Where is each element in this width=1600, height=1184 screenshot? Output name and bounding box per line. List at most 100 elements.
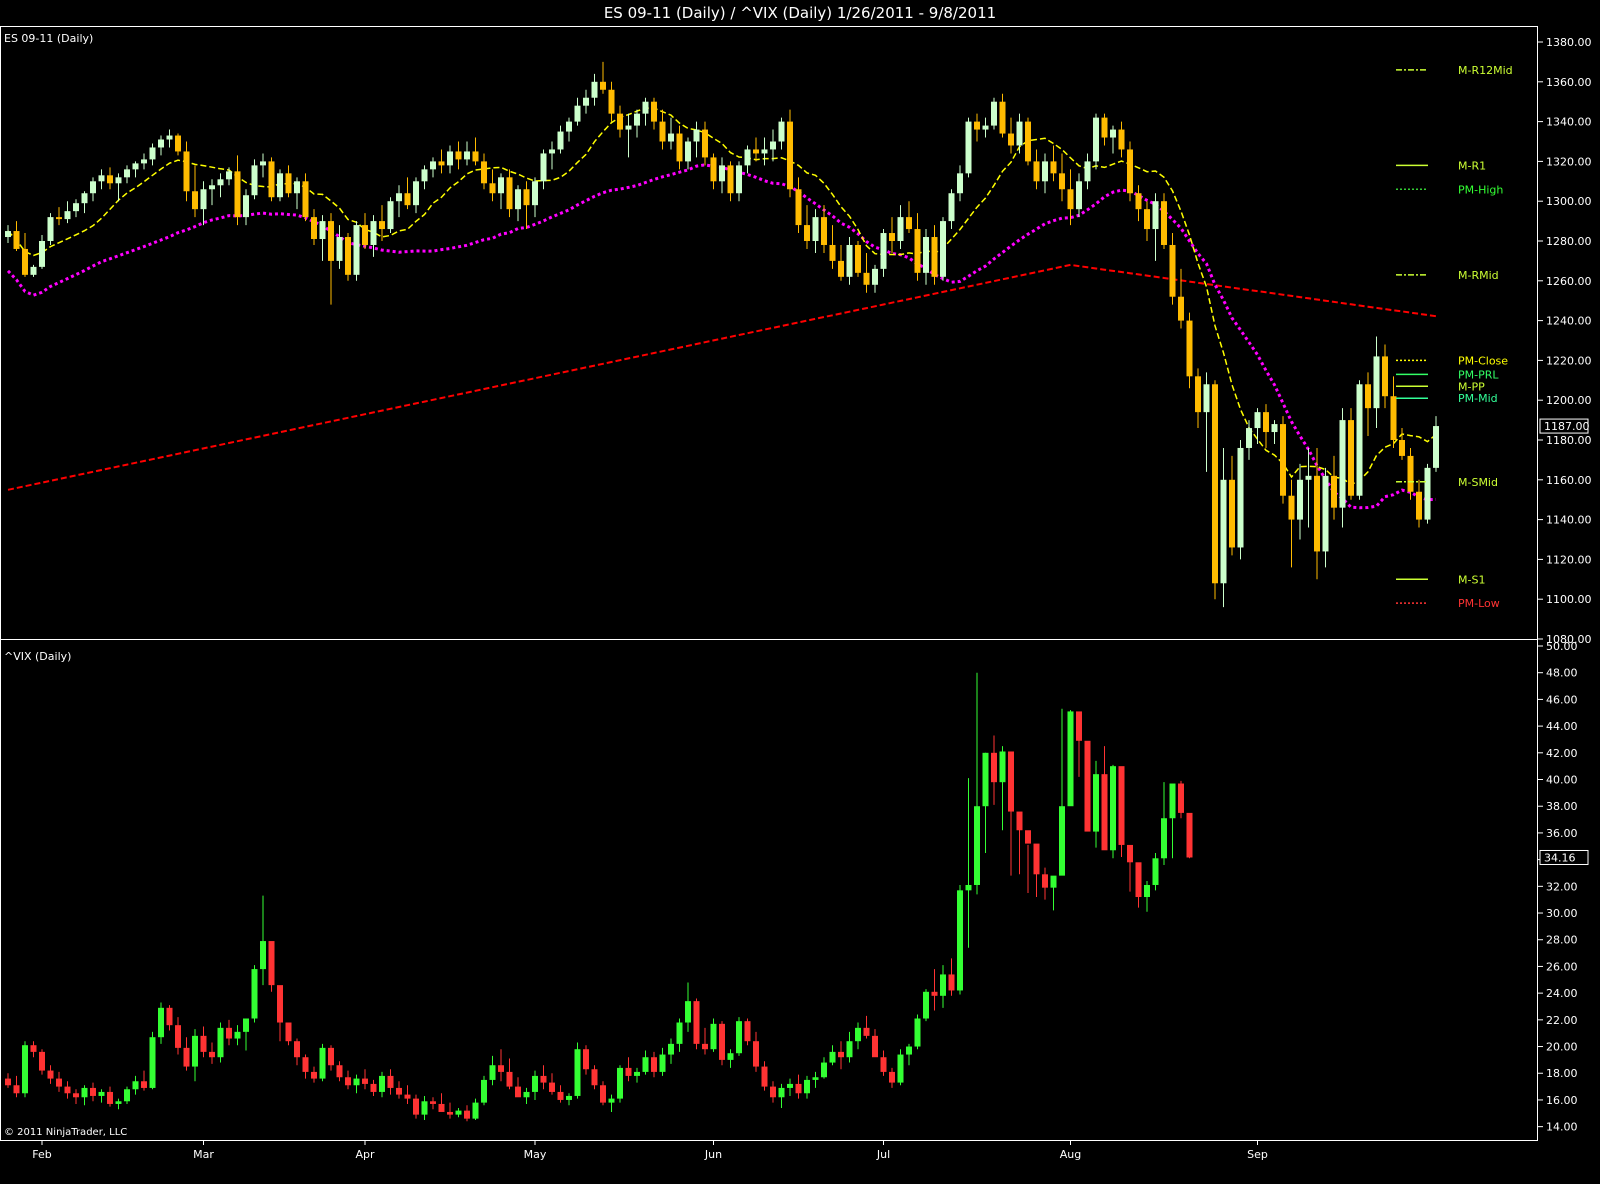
es-candle-body[interactable] — [923, 237, 929, 273]
vix-candle-body[interactable] — [566, 1095, 572, 1100]
vix-candle-body[interactable] — [404, 1094, 411, 1099]
es-candle-body[interactable] — [549, 149, 555, 154]
es-candle-body[interactable] — [268, 161, 275, 198]
vix-candle-body[interactable] — [761, 1066, 768, 1087]
es-candle-body[interactable] — [47, 217, 54, 241]
es-candle-body[interactable] — [404, 193, 411, 206]
vix-candle-body[interactable] — [13, 1085, 20, 1094]
vix-candle-body[interactable] — [736, 1021, 742, 1054]
vix-candle-body[interactable] — [540, 1075, 547, 1083]
es-candle-body[interactable] — [1025, 121, 1031, 162]
vix-candle-body[interactable] — [1016, 811, 1023, 831]
vix-candle-body[interactable] — [98, 1091, 105, 1096]
es-candle-body[interactable] — [991, 101, 997, 126]
es-candle-body[interactable] — [914, 229, 921, 273]
vix-candle-body[interactable] — [668, 1043, 674, 1055]
es-candle-body[interactable] — [1348, 420, 1354, 496]
vix-candle-body[interactable] — [863, 1027, 870, 1036]
es-candle-body[interactable] — [1186, 320, 1193, 377]
es-candle-body[interactable] — [234, 171, 241, 218]
vix-candle-body[interactable] — [1033, 843, 1040, 875]
es-candle-body[interactable] — [1390, 396, 1397, 440]
vix-candle-body[interactable] — [685, 1001, 691, 1023]
es-candle-body[interactable] — [523, 189, 530, 206]
es-candle-body[interactable] — [1288, 495, 1295, 520]
vix-candle-body[interactable] — [1161, 818, 1167, 859]
vix-candle-body[interactable] — [47, 1070, 54, 1079]
vix-candle-body[interactable] — [914, 1018, 921, 1047]
vix-candle-body[interactable] — [778, 1087, 785, 1098]
vix-candle-body[interactable] — [523, 1091, 530, 1098]
vix-candle-body[interactable] — [591, 1069, 598, 1086]
es-candle-body[interactable] — [634, 113, 640, 126]
es-candle-body[interactable] — [319, 221, 326, 240]
vix-candle-body[interactable] — [515, 1086, 521, 1098]
es-candle-body[interactable] — [1246, 428, 1252, 448]
vix-candle-body[interactable] — [787, 1083, 793, 1088]
vix-candle-body[interactable] — [651, 1057, 657, 1072]
vix-candle-body[interactable] — [217, 1027, 224, 1058]
es-candle-body[interactable] — [1356, 384, 1363, 496]
vix-candle-body[interactable] — [481, 1079, 487, 1103]
es-candle-body[interactable] — [1050, 161, 1057, 174]
vix-candle-body[interactable] — [421, 1101, 428, 1115]
es-candle-body[interactable] — [812, 217, 819, 241]
vix-candle-body[interactable] — [676, 1022, 683, 1044]
es-candle-body[interactable] — [1399, 440, 1405, 456]
es-candle-body[interactable] — [30, 266, 37, 275]
es-candle-body[interactable] — [13, 231, 20, 249]
es-candle-body[interactable] — [1033, 161, 1040, 182]
vix-candle-body[interactable] — [744, 1021, 751, 1042]
es-candle-body[interactable] — [328, 221, 334, 261]
vix-candle-body[interactable] — [124, 1089, 130, 1102]
vix-candle-body[interactable] — [1152, 858, 1159, 885]
vix-candle-body[interactable] — [999, 751, 1006, 783]
vix-candle-body[interactable] — [277, 985, 283, 1023]
es-candle-body[interactable] — [795, 189, 802, 226]
es-candle-body[interactable] — [540, 153, 547, 182]
es-candle-body[interactable] — [447, 151, 453, 166]
es-candle-body[interactable] — [515, 189, 521, 210]
es-candle-body[interactable] — [557, 131, 564, 150]
vix-candle-body[interactable] — [957, 890, 963, 991]
vix-candle-body[interactable] — [1169, 783, 1176, 819]
es-candle-body[interactable] — [957, 173, 963, 194]
vix-candle-body[interactable] — [39, 1051, 45, 1071]
es-candle-body[interactable] — [1297, 479, 1303, 520]
es-candle-body[interactable] — [974, 121, 980, 130]
es-candle-body[interactable] — [906, 217, 912, 230]
es-candle-body[interactable] — [124, 169, 130, 178]
es-candle-body[interactable] — [1135, 193, 1142, 210]
es-candle-body[interactable] — [1254, 412, 1261, 429]
vix-candle-body[interactable] — [73, 1093, 79, 1098]
vix-candle-body[interactable] — [727, 1053, 734, 1060]
vix-candle-body[interactable] — [583, 1049, 589, 1070]
es-candle-body[interactable] — [931, 237, 938, 277]
vix-candle-body[interactable] — [149, 1037, 156, 1088]
es-candle-body[interactable] — [1110, 129, 1116, 138]
es-candle-body[interactable] — [1433, 426, 1439, 468]
es-candle-body[interactable] — [889, 233, 895, 241]
vix-candle-body[interactable] — [115, 1101, 122, 1104]
es-candle-body[interactable] — [1365, 384, 1371, 409]
vix-candle-body[interactable] — [549, 1082, 555, 1092]
vix-candle-body[interactable] — [906, 1046, 912, 1055]
vix-candle-body[interactable] — [311, 1071, 317, 1079]
vix-candle-body[interactable] — [209, 1051, 215, 1058]
es-candle-body[interactable] — [676, 133, 683, 162]
vix-candle-body[interactable] — [1144, 884, 1150, 898]
es-candle-body[interactable] — [302, 181, 309, 218]
es-candle-body[interactable] — [965, 121, 972, 174]
vix-candle-body[interactable] — [396, 1087, 402, 1095]
es-candle-body[interactable] — [158, 139, 164, 148]
es-candle-body[interactable] — [770, 141, 776, 150]
vix-candle-body[interactable] — [1042, 874, 1048, 888]
es-candle-body[interactable] — [132, 163, 139, 170]
es-candle-body[interactable] — [1059, 173, 1065, 190]
es-candle-body[interactable] — [396, 193, 402, 202]
es-candle-body[interactable] — [1263, 412, 1269, 433]
vix-candle-body[interactable] — [251, 969, 258, 1019]
vix-candle-body[interactable] — [608, 1098, 615, 1103]
vix-candle-body[interactable] — [889, 1071, 895, 1083]
es-candle-body[interactable] — [183, 151, 190, 192]
